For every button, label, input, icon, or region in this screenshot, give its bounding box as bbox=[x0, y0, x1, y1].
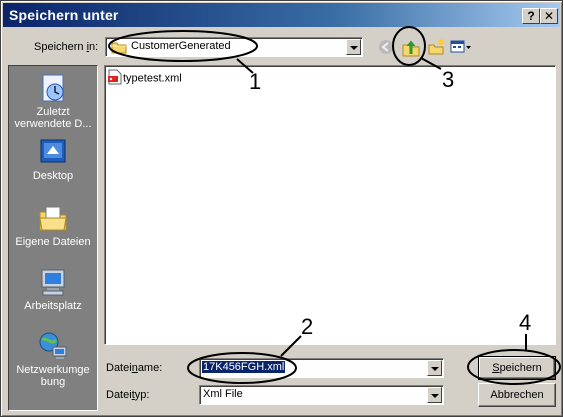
place-label: Netzwerkumge bbox=[16, 364, 90, 376]
close-button[interactable]: ✕ bbox=[540, 8, 558, 24]
place-label: verwendete D... bbox=[14, 118, 92, 130]
save-in-label: Speichern in: bbox=[34, 41, 99, 53]
filetype-label: Dateityp: bbox=[106, 389, 150, 401]
recent-documents-icon bbox=[42, 74, 64, 102]
title-bar[interactable]: Speichern unter ? ✕ bbox=[3, 3, 560, 27]
place-recent[interactable]: Zuletzt verwendete D... bbox=[9, 72, 97, 130]
file-list[interactable]: typetest.xml bbox=[104, 65, 556, 345]
new-folder-icon[interactable] bbox=[426, 37, 446, 57]
place-my-computer[interactable]: Arbeitsplatz bbox=[9, 266, 97, 312]
place-label: Zuletzt bbox=[36, 106, 70, 118]
network-places-icon bbox=[39, 332, 67, 359]
save-as-dialog: Speichern unter ? ✕ Speichern in: Custom… bbox=[0, 0, 563, 417]
filetype-select[interactable]: Xml File bbox=[199, 385, 444, 405]
place-label: Desktop bbox=[32, 170, 74, 182]
my-computer-icon bbox=[41, 269, 65, 296]
place-label: Arbeitsplatz bbox=[24, 300, 82, 312]
view-menu-icon[interactable] bbox=[449, 37, 473, 57]
cancel-button[interactable]: Abbrechen bbox=[478, 383, 556, 407]
save-in-combobox[interactable]: CustomerGenerated bbox=[105, 37, 363, 57]
file-name: typetest.xml bbox=[123, 72, 182, 85]
place-label: bung bbox=[40, 376, 66, 388]
chevron-down-icon[interactable] bbox=[346, 39, 361, 55]
my-documents-icon bbox=[39, 206, 67, 231]
help-button[interactable]: ? bbox=[522, 8, 540, 24]
list-item[interactable]: typetest.xml bbox=[107, 69, 182, 88]
desktop-icon bbox=[40, 139, 66, 163]
save-button[interactable]: Speichern bbox=[478, 356, 556, 380]
place-my-documents[interactable]: Eigene Dateien bbox=[9, 202, 97, 248]
place-network[interactable]: Netzwerkumge bung bbox=[9, 330, 97, 388]
place-desktop[interactable]: Desktop bbox=[9, 136, 97, 182]
dialog-title: Speichern unter bbox=[9, 7, 119, 23]
back-icon[interactable] bbox=[376, 37, 396, 57]
xml-file-icon bbox=[107, 69, 123, 88]
folder-icon bbox=[111, 40, 127, 57]
up-folder-icon[interactable] bbox=[400, 37, 422, 57]
filetype-value: Xml File bbox=[203, 388, 243, 400]
places-bar: Zuletzt verwendete D... Desktop Eigene D… bbox=[8, 65, 98, 411]
chevron-down-icon[interactable] bbox=[427, 360, 442, 376]
filename-input[interactable]: 17K456FGH.xml bbox=[202, 361, 286, 373]
filename-label: Dateiname: bbox=[106, 362, 163, 374]
filename-combobox[interactable]: 17K456FGH.xml bbox=[199, 358, 444, 378]
chevron-down-icon[interactable] bbox=[427, 387, 442, 403]
place-label: Eigene Dateien bbox=[15, 236, 91, 248]
save-in-folder-name: CustomerGenerated bbox=[131, 40, 231, 52]
